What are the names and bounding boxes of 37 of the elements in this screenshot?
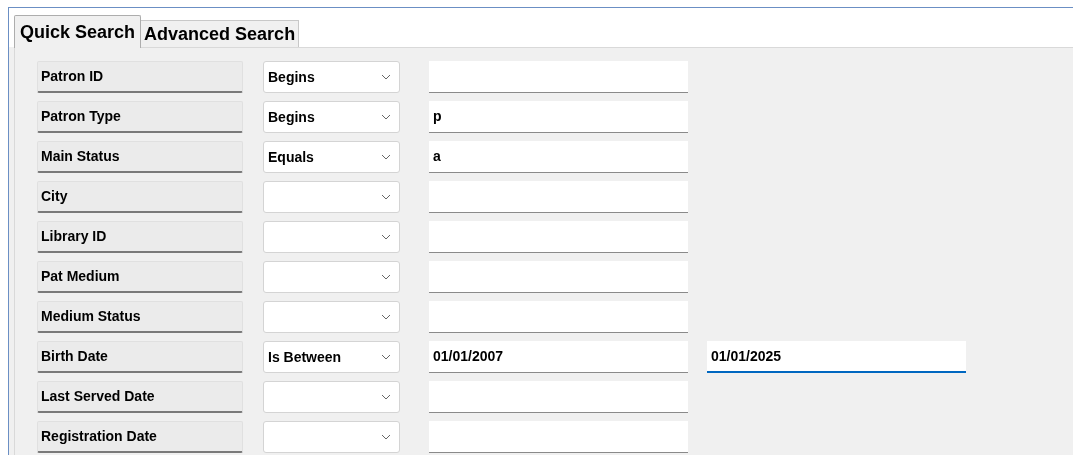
input-field[interactable]: a: [429, 141, 688, 173]
field-label: Birth Date: [37, 341, 243, 373]
field-label: Medium Status: [37, 301, 243, 333]
input-field[interactable]: [429, 261, 688, 293]
field-label: Patron ID: [37, 61, 243, 93]
operator-dropdown[interactable]: Begins: [263, 61, 400, 93]
operator-dropdown[interactable]: Is Between: [263, 341, 400, 373]
field-label: Library ID: [37, 221, 243, 253]
tab[interactable]: Advanced Search: [141, 20, 300, 47]
field-label: Main Status: [37, 141, 243, 173]
input-field[interactable]: [429, 301, 688, 333]
field-label: City: [37, 181, 243, 213]
input-field[interactable]: 01/01/2007: [429, 341, 688, 373]
chevron-down-icon: [381, 314, 391, 320]
chevron-down-icon: [381, 394, 391, 400]
input-field[interactable]: p: [429, 101, 688, 133]
input-field[interactable]: [429, 61, 688, 93]
input-field[interactable]: [429, 181, 688, 213]
field-label: Registration Date: [37, 421, 243, 453]
chevron-down-icon: [381, 114, 391, 120]
operator-dropdown[interactable]: Equals: [263, 141, 400, 173]
input-field[interactable]: [429, 381, 688, 413]
operator-dropdown[interactable]: Begins: [263, 101, 400, 133]
chevron-down-icon: [381, 434, 391, 440]
chevron-down-icon: [381, 194, 391, 200]
input-field[interactable]: [429, 221, 688, 253]
chevron-down-icon: [381, 354, 391, 360]
input-field[interactable]: 01/01/2025: [707, 341, 966, 373]
tab[interactable]: Quick Search: [14, 15, 142, 48]
field-label: Pat Medium: [37, 261, 243, 293]
chevron-down-icon: [381, 154, 391, 160]
input-field[interactable]: [429, 421, 688, 453]
field-label: Patron Type: [37, 101, 243, 133]
field-label: Last Served Date: [37, 381, 243, 413]
chevron-down-icon: [381, 274, 391, 280]
chevron-down-icon: [381, 234, 391, 240]
chevron-down-icon: [381, 74, 391, 80]
